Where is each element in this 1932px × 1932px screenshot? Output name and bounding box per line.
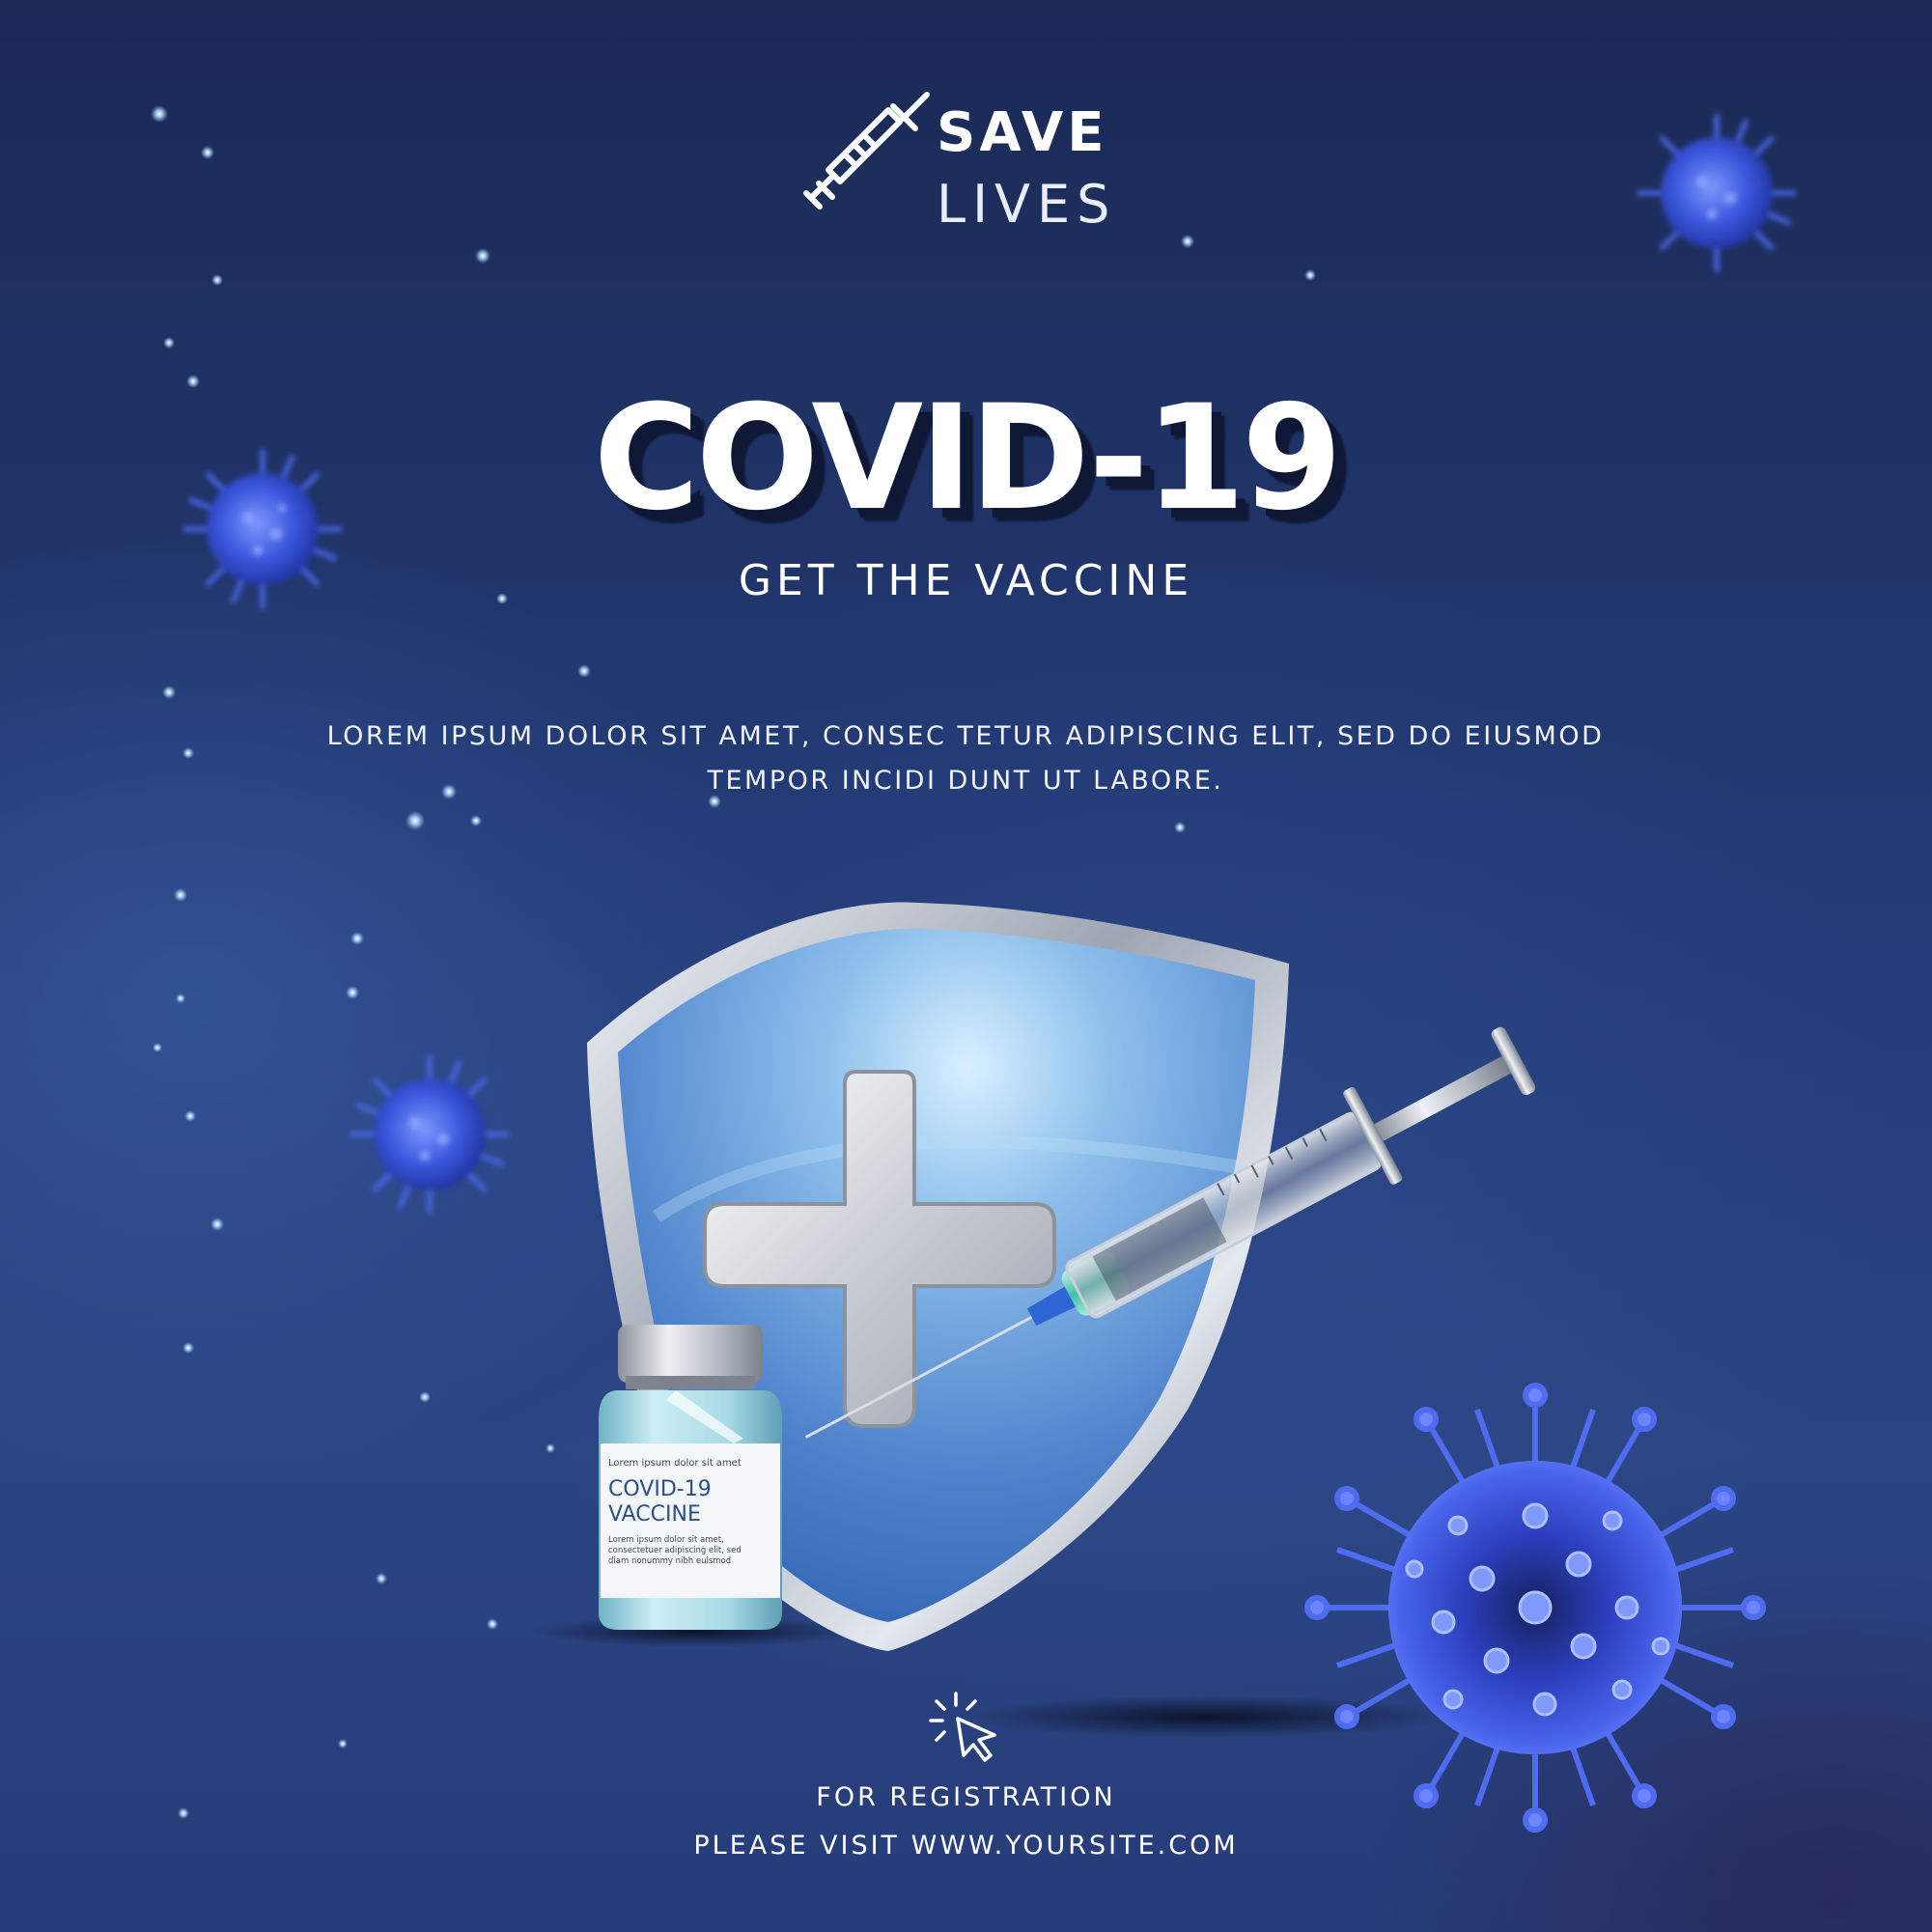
vial-name: COVID-19 VACCINE bbox=[608, 1477, 772, 1527]
click-cursor-icon[interactable] bbox=[929, 1692, 1006, 1769]
virus-icon bbox=[350, 1055, 509, 1214]
vial-label: Lorem ipsum dolor sit amet COVID-19 VACC… bbox=[608, 1458, 772, 1567]
page-subtitle: GET THE VACCINE bbox=[738, 556, 1194, 605]
page-title: COVID-19 bbox=[593, 375, 1343, 543]
save-lives-logo: SAVE LIVES bbox=[792, 87, 1139, 241]
virus-icon bbox=[1638, 114, 1796, 272]
description-text: LOREM IPSUM DOLOR SIT AMET, CONSEC TETUR… bbox=[326, 721, 1605, 796]
vial-small-text: Lorem ipsum dolor sit amet bbox=[608, 1458, 742, 1469]
logo-line2: LIVES bbox=[937, 174, 1117, 235]
vial-name-line2: VACCINE bbox=[608, 1502, 701, 1526]
illustration-scene bbox=[151, 105, 1796, 1833]
syringe-icon bbox=[803, 92, 930, 210]
logo-line1: SAVE bbox=[937, 101, 1108, 164]
virus-icon bbox=[1304, 1383, 1766, 1833]
vial-name-line1: COVID-19 bbox=[608, 1477, 712, 1501]
registration-label: FOR REGISTRATION bbox=[816, 1782, 1116, 1812]
title-container: COVID-19 bbox=[0, 386, 1932, 550]
registration-website-link[interactable]: PLEASE VISIT WWW.YOURSITE.COM bbox=[0, 1831, 1932, 1861]
vial-body-text: Lorem ipsum dolor sit amet, consectetuer… bbox=[608, 1535, 742, 1566]
